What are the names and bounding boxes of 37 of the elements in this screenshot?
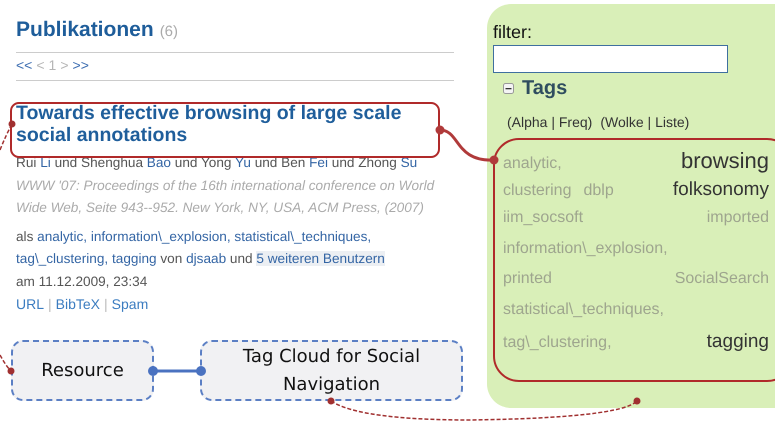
separator: |	[104, 294, 108, 314]
collapse-icon[interactable]	[503, 83, 514, 94]
filter-field[interactable]	[493, 45, 728, 73]
separator: |	[48, 294, 52, 314]
concept-box: Tag Cloud for Social Navigation	[200, 340, 463, 401]
tag-link[interactable]: statistical\_techniques,	[234, 228, 372, 244]
author-link[interactable]: Bao	[146, 155, 171, 170]
cloud-tag[interactable]: browsing	[680, 148, 769, 174]
tags-heading: Tags	[522, 77, 568, 100]
pager-link[interactable]: >>	[72, 57, 89, 74]
concept-box: Resource	[11, 340, 154, 401]
users-link[interactable]: 5 weiteren Benutzern	[256, 251, 385, 266]
connector-line	[0, 354, 14, 374]
action-link[interactable]: URL	[16, 294, 44, 314]
publication-count: (6)	[160, 23, 178, 40]
tag-link[interactable]: information\_explosion,	[90, 228, 231, 244]
author-link[interactable]: Su	[400, 155, 418, 170]
pager-link[interactable]: <<	[16, 57, 32, 74]
tag-link[interactable]: analytic,	[37, 228, 88, 244]
connector-line	[436, 126, 498, 164]
section-heading: Publikationen	[16, 18, 154, 42]
action-link[interactable]: Spam	[112, 294, 148, 314]
action-link[interactable]: BibTeX	[56, 294, 100, 314]
tag-link[interactable]: tag\_clustering,	[16, 251, 108, 266]
tag-link[interactable]: djsaab	[186, 251, 226, 266]
post-date: am 11.12.2009, 23:34	[16, 272, 148, 291]
cloud-tag[interactable]: folksonomy	[672, 178, 769, 200]
publication-title[interactable]: Towards effective browsing of large scale social annotations	[16, 102, 408, 146]
filter-label: filter:	[493, 22, 534, 43]
author-link[interactable]: Yu	[235, 155, 251, 170]
view-options[interactable]: (Wolke | Liste)	[600, 114, 690, 130]
tag-sentence: als analytic, information\_explosion, statistical\_techniques, tag\_clustering, tagging von djsaab und 5 weiteren Benutzern	[16, 228, 386, 268]
cloud-tag[interactable]: tagging	[706, 331, 769, 353]
connector-line	[148, 366, 206, 376]
view-options[interactable]: (Alpha | Freq)	[507, 114, 592, 130]
tag-link[interactable]: tagging	[112, 251, 157, 266]
connector-line	[0, 120, 16, 150]
